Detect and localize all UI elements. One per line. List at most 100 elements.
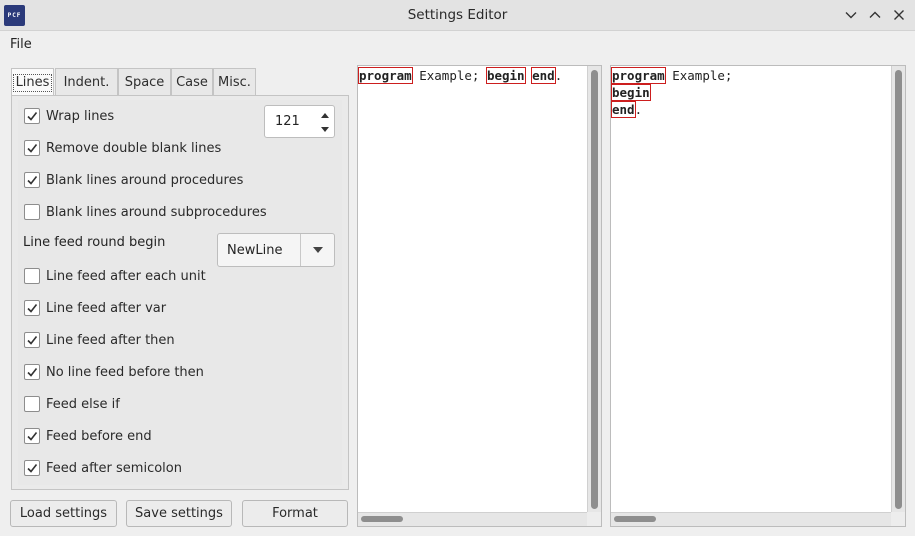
checkmark-icon xyxy=(27,144,38,153)
vertical-scrollbar[interactable] xyxy=(891,66,905,513)
line-feed-begin-select[interactable]: NewLine xyxy=(217,233,335,267)
checkbox-label: No line feed before then xyxy=(46,364,204,380)
line-feed-begin-label: Line feed round begin xyxy=(23,235,166,250)
checkbox[interactable] xyxy=(24,428,40,444)
checkbox-label: Line feed after each unit xyxy=(46,268,206,284)
format-button[interactable]: Format xyxy=(242,500,348,527)
wrap-width-spinbox[interactable]: 121 xyxy=(264,105,335,138)
checkmark-icon xyxy=(27,432,38,441)
checkbox[interactable] xyxy=(24,364,40,380)
option-blank-lines-around-subprocedures[interactable]: Blank lines around subprocedures xyxy=(24,202,267,222)
tab-misc[interactable]: Misc. xyxy=(213,68,256,96)
triangle-down-icon xyxy=(321,126,329,132)
option-no-line-feed-before-then[interactable]: No line feed before then xyxy=(24,362,204,382)
horizontal-scrollbar[interactable] xyxy=(611,512,891,526)
window-title: Settings Editor xyxy=(407,7,508,23)
option-wrap-lines[interactable]: Wrap lines xyxy=(24,106,114,126)
formatted-code[interactable]: program Example; begin end. xyxy=(611,67,733,118)
scrollbar-thumb[interactable] xyxy=(614,516,656,522)
option-line-feed-after-then[interactable]: Line feed after then xyxy=(24,330,175,350)
keyword-program: program xyxy=(611,67,666,84)
minimize-button[interactable] xyxy=(841,5,861,25)
tab-space[interactable]: Space xyxy=(118,68,171,96)
close-button[interactable] xyxy=(889,5,909,25)
checkbox-label: Remove double blank lines xyxy=(46,140,222,156)
triangle-down-icon xyxy=(313,247,323,253)
checkmark-icon xyxy=(27,464,38,473)
tab-case[interactable]: Case xyxy=(171,68,213,96)
keyword-program: program xyxy=(358,67,413,84)
formatted-editor[interactable]: program Example; begin end. xyxy=(610,65,906,527)
spin-up-button[interactable] xyxy=(319,110,331,120)
title-bar: PCF Settings Editor xyxy=(0,0,915,31)
close-icon xyxy=(894,10,904,20)
line-feed-begin-value: NewLine xyxy=(227,243,283,258)
keyword-begin: begin xyxy=(485,67,526,84)
option-feed-else-if[interactable]: Feed else if xyxy=(24,394,120,414)
triangle-up-icon xyxy=(321,112,329,118)
tab-indent-label: Indent. xyxy=(63,75,110,90)
checkbox-label: Feed after semicolon xyxy=(46,460,182,476)
menu-bar: File xyxy=(0,31,915,57)
tab-case-label: Case xyxy=(176,75,208,90)
save-settings-button[interactable]: Save settings xyxy=(126,500,232,527)
option-feed-before-end[interactable]: Feed before end xyxy=(24,426,152,446)
tab-indent[interactable]: Indent. xyxy=(55,68,118,96)
checkmark-icon xyxy=(27,368,38,377)
checkmark-icon xyxy=(27,112,38,121)
checkbox[interactable] xyxy=(24,204,40,220)
scroll-corner xyxy=(587,512,601,526)
horizontal-scrollbar[interactable] xyxy=(358,512,587,526)
chevron-up-icon xyxy=(869,11,881,18)
checkbox[interactable] xyxy=(24,172,40,188)
chevron-down-icon xyxy=(845,12,857,19)
code-text: Example; xyxy=(664,68,733,83)
load-settings-button[interactable]: Load settings xyxy=(10,500,117,527)
code-text: Example; xyxy=(411,68,487,83)
scrollbar-thumb[interactable] xyxy=(591,70,598,509)
checkbox[interactable] xyxy=(24,332,40,348)
checkbox[interactable] xyxy=(24,396,40,412)
combo-dropdown-button[interactable] xyxy=(301,234,335,266)
checkbox[interactable] xyxy=(24,108,40,124)
tab-lines-label: Lines xyxy=(12,74,53,92)
source-code[interactable]: program Example; begin end. xyxy=(358,67,563,84)
option-blank-lines-around-procedures[interactable]: Blank lines around procedures xyxy=(24,170,243,190)
checkmark-icon xyxy=(27,336,38,345)
option-feed-after-semicolon[interactable]: Feed after semicolon xyxy=(24,458,182,478)
scrollbar-thumb[interactable] xyxy=(895,70,902,509)
scrollbar-thumb[interactable] xyxy=(361,516,403,522)
option-line-feed-after-var[interactable]: Line feed after var xyxy=(24,298,166,318)
checkbox-label: Blank lines around procedures xyxy=(46,172,244,188)
keyword-end: end xyxy=(531,67,556,84)
keyword-end: end xyxy=(611,101,636,118)
checkbox[interactable] xyxy=(24,268,40,284)
checkbox-label: Line feed after then xyxy=(46,332,175,348)
code-text: . xyxy=(634,102,643,117)
code-text: . xyxy=(554,68,563,83)
option-line-feed-after-each-unit[interactable]: Line feed after each unit xyxy=(24,266,206,286)
maximize-button[interactable] xyxy=(865,5,885,25)
source-editor[interactable]: program Example; begin end. xyxy=(357,65,602,527)
checkbox[interactable] xyxy=(24,460,40,476)
tab-space-label: Space xyxy=(124,75,165,90)
checkbox-label: Feed before end xyxy=(46,428,152,444)
tab-lines[interactable]: Lines xyxy=(11,68,54,97)
checkbox-label: Feed else if xyxy=(46,396,120,412)
scroll-corner xyxy=(891,512,905,526)
checkbox[interactable] xyxy=(24,140,40,156)
checkbox-label: Blank lines around subprocedures xyxy=(46,204,267,220)
checkmark-icon xyxy=(27,176,38,185)
tab-misc-label: Misc. xyxy=(218,75,251,90)
option-remove-double-blank-lines[interactable]: Remove double blank lines xyxy=(24,138,221,158)
menu-file[interactable]: File xyxy=(10,37,32,52)
checkbox-label: Line feed after var xyxy=(46,300,167,316)
wrap-width-value[interactable]: 121 xyxy=(275,114,300,129)
checkbox[interactable] xyxy=(24,300,40,316)
checkbox-label: Wrap lines xyxy=(46,108,115,124)
checkmark-icon xyxy=(27,304,38,313)
keyword-begin: begin xyxy=(611,84,651,101)
spin-down-button[interactable] xyxy=(319,124,331,134)
vertical-scrollbar[interactable] xyxy=(587,66,601,513)
